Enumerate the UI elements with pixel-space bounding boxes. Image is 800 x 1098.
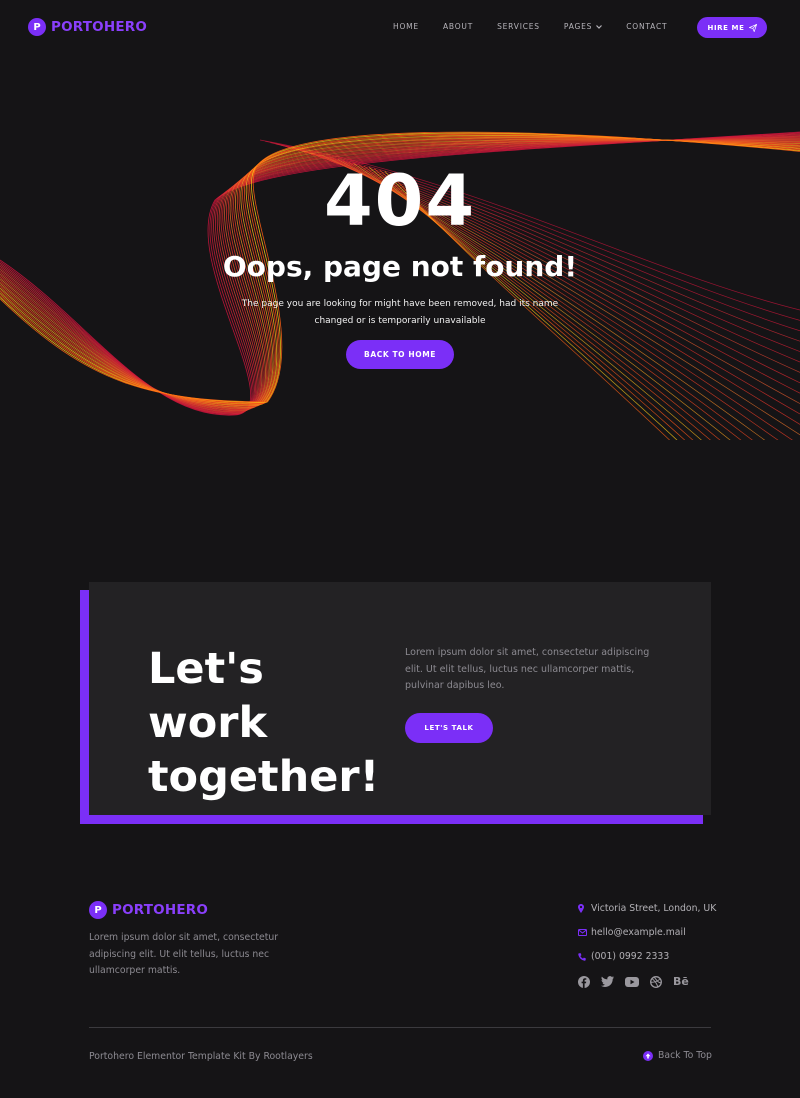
envelope-icon xyxy=(578,929,591,936)
contact-phone[interactable]: (001) 0992 2333 xyxy=(578,951,669,962)
error-description: The page you are looking for might have … xyxy=(241,299,559,326)
contact-email[interactable]: hello@example.mail xyxy=(578,927,686,938)
hire-me-button[interactable]: HIRE ME xyxy=(697,17,767,38)
footer-divider xyxy=(89,1027,711,1028)
site-header: P PORTOHERO HOME ABOUT SERVICES PAGES CO… xyxy=(0,0,800,56)
nav-home[interactable]: HOME xyxy=(393,22,419,31)
lets-talk-button[interactable]: LET'S TALK xyxy=(405,713,493,743)
nav-pages[interactable]: PAGES xyxy=(563,22,603,31)
copyright-text: Portohero Elementor Template Kit By Root… xyxy=(89,1051,313,1062)
footer-logo-text: PORTOHERO xyxy=(112,902,209,918)
arrow-up-icon xyxy=(643,1050,653,1061)
map-pin-icon xyxy=(578,904,591,913)
youtube-icon[interactable] xyxy=(625,976,639,987)
footer-logo[interactable]: P PORTOHERO xyxy=(89,901,208,919)
social-links: Bē xyxy=(578,975,700,988)
facebook-icon[interactable] xyxy=(578,975,590,988)
back-to-home-button[interactable]: BACK TO HOME xyxy=(346,340,454,369)
behance-icon[interactable]: Bē xyxy=(673,975,689,988)
footer-description: Lorem ipsum dolor sit amet, consectetur … xyxy=(89,932,279,976)
contact-email-text: hello@example.mail xyxy=(591,927,686,938)
cta-text: Lorem ipsum dolor sit amet, consectetur … xyxy=(405,647,650,691)
logo-text: PORTOHERO xyxy=(51,19,148,35)
nav-services[interactable]: SERVICES xyxy=(497,22,540,31)
back-to-top-link[interactable]: Back To Top xyxy=(643,1050,712,1061)
nav-contact[interactable]: CONTACT xyxy=(626,22,667,31)
contact-address: Victoria Street, London, UK xyxy=(578,903,716,914)
main-nav: HOME ABOUT SERVICES PAGES CONTACT xyxy=(393,22,691,31)
back-to-top-label: Back To Top xyxy=(658,1050,712,1061)
footer-logo-badge-icon: P xyxy=(89,901,107,919)
chevron-down-icon xyxy=(596,23,603,31)
phone-icon xyxy=(578,952,591,961)
error-code: 404 xyxy=(323,160,477,242)
site-logo[interactable]: P PORTOHERO xyxy=(28,18,147,36)
twitter-icon[interactable] xyxy=(601,976,614,987)
dribbble-icon[interactable] xyxy=(650,975,662,988)
error-title: Oops, page not found! xyxy=(222,250,578,283)
nav-pages-label: PAGES xyxy=(563,22,593,31)
paper-plane-icon xyxy=(748,23,757,32)
hire-me-label: HIRE ME xyxy=(707,23,745,32)
nav-about[interactable]: ABOUT xyxy=(443,22,473,31)
logo-badge-icon: P xyxy=(28,18,46,36)
cta-title: Let's work together! xyxy=(148,644,380,802)
contact-phone-text: (001) 0992 2333 xyxy=(591,951,670,962)
contact-address-text: Victoria Street, London, UK xyxy=(591,903,717,914)
